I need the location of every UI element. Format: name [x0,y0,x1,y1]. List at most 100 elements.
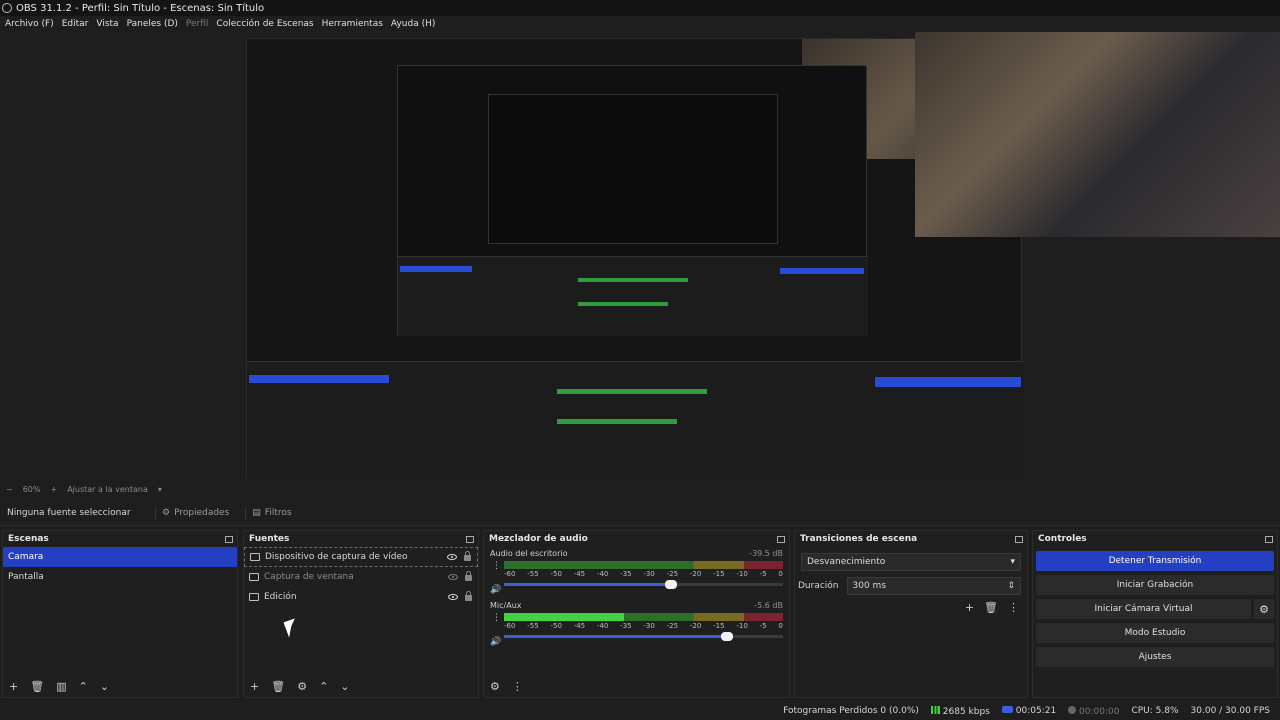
nested-meter [578,278,688,282]
add-source-icon[interactable]: + [250,680,259,693]
stream-timer: 00:05:21 [1001,706,1056,716]
eye-icon[interactable] [447,554,457,560]
kebab-menu-icon[interactable]: ⋮ [1008,601,1019,614]
scene-filters-icon[interactable]: ▥ [56,680,66,693]
sources-dock: Fuentes Dispositivo de captura de vídeo … [243,530,479,698]
preview-canvas[interactable] [0,32,1280,480]
popout-icon[interactable] [777,535,785,543]
channel-name: Audio del escritorio [490,549,568,558]
live-icon [1001,706,1013,713]
menu-perfil[interactable]: Perfil [186,19,209,29]
controls-title: Controles [1038,534,1087,544]
remove-source-icon[interactable]: 🗑 [271,680,285,693]
transition-toolbar: + 🗑 ⋮ [965,601,1019,614]
popout-icon[interactable] [466,535,474,543]
transition-select[interactable]: Desvanecimiento ▾ [801,553,1021,571]
popout-icon[interactable] [1015,535,1023,543]
meter-tick-label: -35 [620,570,632,578]
meter-ticks: -60 -55 -50 -45 -40 -35 -30 -25 -20 -15 -10 -5 0 [504,570,783,578]
source-settings-icon[interactable]: ⚙ [297,680,307,693]
virtual-cam-row: Iniciar Cámara Virtual ⚙ [1036,599,1274,619]
zoom-minus-icon[interactable]: − [6,485,13,494]
meter-tick-label: -40 [596,570,609,578]
lock-icon[interactable] [465,591,472,601]
kebab-menu-icon[interactable]: ⋮ [492,561,501,571]
speaker-icon[interactable]: 🔊 [490,585,501,595]
meter-tick-label: -10 [736,622,748,630]
meter-tick-label: -5 [759,622,767,630]
mixer-toolbar: ⚙ ⋮ [484,675,789,697]
source-item-label: Dispositivo de captura de vídeo [265,552,408,562]
signal-bars-icon [930,705,940,714]
scene-item-camara[interactable]: Camara [3,547,237,567]
advanced-audio-icon[interactable]: ⚙ [490,680,500,693]
start-virtual-cam-button[interactable]: Iniciar Cámara Virtual [1036,599,1251,619]
move-down-icon[interactable]: ⌄ [100,680,109,693]
menu-herramientas[interactable]: Herramientas [322,19,383,29]
menu-vista[interactable]: Vista [96,19,118,29]
meter-ticks: -60 -55 -50 -45 -40 -35 -30 -25 -20 -15 -10 -5 0 [504,622,783,630]
stop-stream-button[interactable]: Detener Transmisión [1036,551,1274,571]
mixer-dock-header: Mezclador de audio [484,531,789,547]
meter-tick-label: -30 [643,570,655,578]
eye-off-icon[interactable] [448,574,458,580]
meter-tick-label: -60 [504,570,516,578]
gear-icon[interactable]: ⚙ [1254,599,1274,619]
display-icon [249,593,259,601]
kebab-menu-icon[interactable]: ⋮ [512,680,523,693]
meter-tick-label: -60 [504,622,516,630]
window-title: OBS 31.1.2 - Perfil: Sin Título - Escena… [16,2,265,14]
source-item-video-capture[interactable]: Dispositivo de captura de vídeo [244,547,478,567]
eye-icon[interactable] [448,594,458,600]
camera-icon [250,553,260,561]
menu-paneles[interactable]: Paneles (D) [127,19,178,29]
record-timer: 00:00:00 [1068,705,1119,717]
remove-transition-icon[interactable]: 🗑 [984,601,998,614]
meter-tick-label: -50 [550,622,562,630]
move-down-icon[interactable]: ⌄ [340,680,349,693]
meter-tick-label: 0 [778,570,783,578]
filters-button[interactable]: ▤ Filtros [245,505,297,520]
scene-item-pantalla[interactable]: Pantalla [3,567,237,587]
source-item-window-capture[interactable]: Captura de ventana [244,567,478,587]
menu-coleccion-escenas[interactable]: Colección de Escenas [216,19,313,29]
duration-spinbox[interactable]: 300 ms ⇕ [846,577,1021,595]
channel-name: Mic/Aux [490,601,522,610]
lock-icon[interactable] [464,551,471,561]
lock-icon[interactable] [465,571,472,581]
zoom-fit-label[interactable]: Ajustar a la ventana [67,485,148,494]
meter-tick-label: -55 [527,622,539,630]
nested-recursion-frame-inner [488,94,778,244]
menu-bar: Archivo (F) Editar Vista Paneles (D) Per… [0,16,915,32]
popout-icon[interactable] [1265,535,1273,543]
move-up-icon[interactable]: ⌃ [319,680,328,693]
menu-editar[interactable]: Editar [62,19,89,29]
meter-tick-label: -45 [573,622,586,630]
obs-logo-icon [2,3,12,13]
add-transition-icon[interactable]: + [965,601,974,614]
meter-tick-label: -15 [713,570,725,578]
fps-readout: 30.00 / 30.00 FPS [1190,706,1270,716]
chevron-down-icon[interactable]: ▾ [158,485,162,494]
volume-slider[interactable] [504,580,783,589]
audio-mixer-dock: Mezclador de audio Audio del escritorio … [483,530,790,698]
studio-mode-button[interactable]: Modo Estudio [1036,623,1274,643]
speaker-icon[interactable]: 🔊 [490,637,501,647]
kebab-menu-icon[interactable]: ⋮ [492,613,501,623]
nested-stop-button-outer [875,377,1021,387]
meter-tick-label: -20 [689,622,702,630]
source-item-edicion[interactable]: Edición [244,587,478,607]
menu-ayuda[interactable]: Ayuda (H) [391,19,435,29]
settings-button[interactable]: Ajustes [1036,647,1274,667]
start-recording-button[interactable]: Iniciar Grabación [1036,575,1274,595]
nested-preview-capture [246,38,1023,479]
spin-arrows-icon[interactable]: ⇕ [1007,581,1015,591]
volume-slider[interactable] [504,632,783,641]
move-up-icon[interactable]: ⌃ [79,680,88,693]
properties-button[interactable]: ⚙ Propiedades [155,505,235,520]
zoom-plus-icon[interactable]: + [50,485,57,494]
add-scene-icon[interactable]: + [9,680,18,693]
menu-archivo[interactable]: Archivo (F) [5,19,54,29]
remove-scene-icon[interactable]: 🗑 [30,680,44,693]
popout-icon[interactable] [225,535,233,543]
